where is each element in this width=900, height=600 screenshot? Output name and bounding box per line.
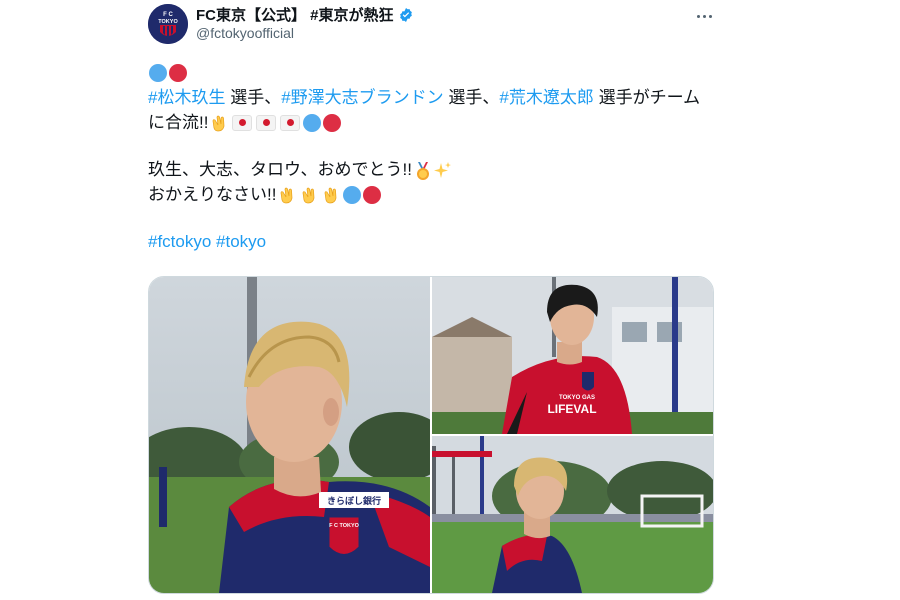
blue-circle-icon [149, 63, 167, 82]
text-line-4: 玖生、大志、タロウ、おめでとう!! [148, 157, 728, 182]
hashtag-fctokyo[interactable]: #fctokyo [148, 229, 211, 254]
japan-flag-icon [256, 114, 277, 131]
avatar[interactable]: F C TOKYO [148, 4, 188, 44]
clapping-hands-icon [299, 185, 319, 205]
avatar-text-top: F C [163, 12, 173, 18]
more-options-icon[interactable] [690, 6, 718, 26]
red-circle-icon [323, 113, 342, 132]
text-segment: 玖生、大志、タロウ、おめでとう!! [148, 160, 412, 179]
photo-1[interactable]: きらぼし銀行 F C TOKYO [149, 277, 430, 593]
crest-text: F C TOKYO [329, 523, 360, 529]
hashtag-matsuki[interactable]: #松木玖生 [148, 85, 225, 110]
red-circle-icon [363, 185, 382, 204]
sparkles-icon [433, 161, 451, 179]
clapping-hands-icon [209, 113, 229, 133]
clapping-hands-icon [321, 185, 341, 205]
hashtag-nozawa[interactable]: #野澤大志ブランドン [281, 85, 443, 110]
tweet: F C TOKYO FC東京【公式】 #東京が熱狂 @fctokyooffici… [0, 0, 900, 600]
text-segment: に合流!! [148, 113, 209, 132]
text-line-3: に合流!! [148, 110, 728, 135]
text-line-hashtags: #fctokyo #tokyo [148, 229, 728, 254]
red-circle-icon [169, 63, 187, 82]
author-name-row[interactable]: FC東京【公式】 #東京が熱狂 [196, 4, 414, 25]
photo-3[interactable] [432, 436, 713, 593]
sponsor-sleeve-text: TOKYO GAS [559, 395, 595, 401]
tweet-text: #松木玖生 選手、 #野澤大志ブランドン 選手、 #荒木遼太郎 選手がチーム に… [148, 60, 728, 254]
hashtag-tokyo[interactable]: #tokyo [216, 229, 266, 254]
handle[interactable]: @fctokyoofficial [196, 25, 294, 41]
sponsor-shoulder-text: きらぼし銀行 [327, 495, 381, 506]
medal-icon [413, 161, 431, 180]
text-segment: 選手、 [443, 88, 500, 107]
verified-badge-icon [398, 7, 414, 23]
japan-flag-icon [232, 114, 253, 131]
blue-circle-icon [343, 185, 362, 204]
text-line-2: #松木玖生 選手、 #野澤大志ブランドン 選手、 #荒木遼太郎 選手がチーム [148, 85, 728, 110]
text-segment: 選手、 [225, 88, 282, 107]
hashtag-araki[interactable]: #荒木遼太郎 [499, 85, 593, 110]
media-grid: きらぼし銀行 F C TOKYO TOKYO GAS LIFEVAL [148, 276, 714, 594]
photo-2[interactable]: TOKYO GAS LIFEVAL [432, 277, 713, 434]
fc-tokyo-crest-icon: F C TOKYO [148, 4, 188, 44]
text-line-5: おかえりなさい!! [148, 182, 728, 207]
display-name[interactable]: FC東京【公式】 #東京が熱狂 [196, 4, 394, 25]
clapping-hands-icon [277, 185, 297, 205]
text-line-1 [148, 60, 728, 85]
avatar-text-bottom: TOKYO [158, 19, 178, 25]
sponsor-chest-text: LIFEVAL [547, 402, 596, 416]
blue-circle-icon [303, 113, 322, 132]
japan-flag-icon [280, 114, 301, 131]
text-segment: 選手がチーム [593, 88, 701, 107]
text-segment: おかえりなさい!! [148, 185, 277, 204]
